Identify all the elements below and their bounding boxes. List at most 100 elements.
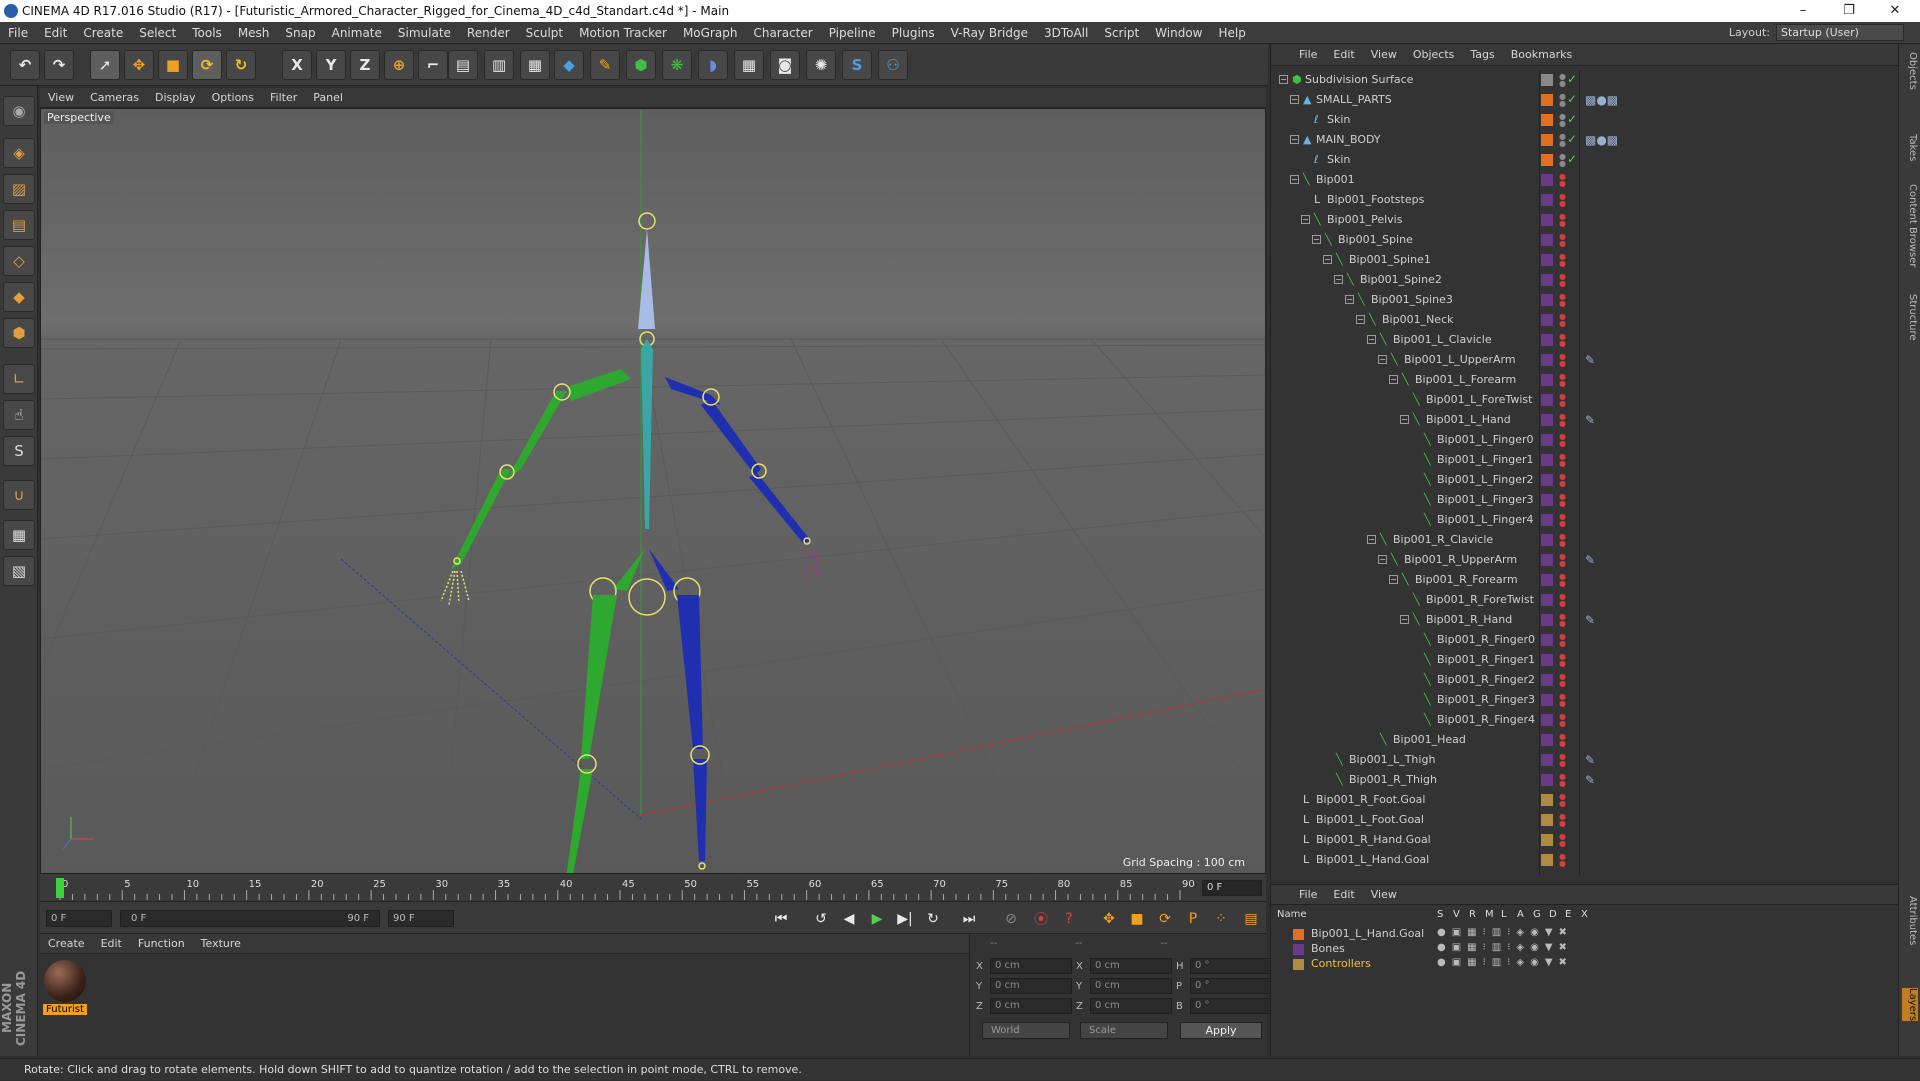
size-y-field[interactable]: 0 cm <box>1090 978 1172 994</box>
step-back-icon[interactable]: ◀ <box>838 908 860 930</box>
expand-toggle-icon[interactable]: − <box>1301 215 1310 224</box>
layout-dropdown[interactable]: Startup (User) <box>1776 24 1904 41</box>
menu-tools[interactable]: Tools <box>184 26 230 40</box>
apply-button[interactable]: Apply <box>1180 1022 1262 1039</box>
layer-color-swatch[interactable] <box>1541 714 1553 726</box>
expand-toggle-icon[interactable]: − <box>1279 75 1288 84</box>
menu-mesh[interactable]: Mesh <box>230 26 278 40</box>
visibility-dots-icon[interactable]: ● ● <box>1559 553 1566 568</box>
layer-color-swatch[interactable] <box>1541 374 1553 386</box>
enable-check-icon[interactable]: ✓ <box>1567 112 1577 126</box>
layer-color-swatch[interactable] <box>1541 634 1553 646</box>
layer-color-swatch[interactable] <box>1541 594 1553 606</box>
material-tag-icon[interactable]: ▩●▩ <box>1585 93 1618 107</box>
visibility-dots-icon[interactable]: ● ● <box>1559 473 1566 488</box>
menu-mograph[interactable]: MoGraph <box>675 26 746 40</box>
object-tree-row[interactable]: ╲ Bip001_Head ● ● <box>1271 730 1899 750</box>
tab-attributes[interactable]: Attributes <box>1902 896 1918 945</box>
layer-color-swatch[interactable] <box>1541 254 1553 266</box>
size-x-field[interactable]: 0 cm <box>1090 958 1172 974</box>
python-icon[interactable]: ⚇ <box>878 50 908 80</box>
visibility-dots-icon[interactable]: ● ● <box>1559 153 1566 168</box>
layer-color-swatch[interactable] <box>1541 534 1553 546</box>
floor-icon[interactable]: ▦ <box>734 50 764 80</box>
object-tree-row[interactable]: ╲ Bip001_R_Finger1 ● ● <box>1271 650 1899 670</box>
object-tree-row[interactable]: ╲ Bip001_L_Finger3 ● ● <box>1271 490 1899 510</box>
redo-icon[interactable]: ↷ <box>44 50 74 80</box>
expand-toggle-icon[interactable]: − <box>1367 335 1376 344</box>
key-parameter-icon[interactable]: P <box>1182 908 1204 930</box>
rot-b-field[interactable]: 0 ° <box>1190 998 1272 1014</box>
object-tree-row[interactable]: − ╲ Bip001_Spine2 ● ● <box>1271 270 1899 290</box>
layer-color-swatch[interactable] <box>1541 834 1553 846</box>
layer-color-swatch[interactable] <box>1541 494 1553 506</box>
planar-workplane-icon[interactable]: ▧ <box>3 556 35 586</box>
menu-render[interactable]: Render <box>459 26 518 40</box>
expand-toggle-icon[interactable]: − <box>1345 295 1354 304</box>
tab-structure[interactable]: Structure <box>1902 294 1918 341</box>
layer-row[interactable]: Controllers ●▣▦⁝▥⁝◈◉▼✖ <box>1277 957 1877 972</box>
object-tree-row[interactable]: − ╲ Bip001_Neck ● ● <box>1271 310 1899 330</box>
render-picture-viewer-icon[interactable]: ▥ <box>484 50 514 80</box>
enable-check-icon[interactable]: ✓ <box>1567 72 1577 86</box>
visibility-dots-icon[interactable]: ● ● <box>1559 93 1566 108</box>
ik-tag-icon[interactable]: ✎ <box>1585 413 1595 427</box>
object-tree-row[interactable]: − ╲ Bip001_R_Forearm ● ● <box>1271 570 1899 590</box>
layer-color-swatch[interactable] <box>1541 754 1553 766</box>
layer-color-swatch[interactable] <box>1541 454 1553 466</box>
visibility-dots-icon[interactable]: ● ● <box>1559 193 1566 208</box>
viewport-menu-panel[interactable]: Panel <box>305 91 351 104</box>
move-tool-icon[interactable]: ✥ <box>124 50 154 80</box>
menu-snap[interactable]: Snap <box>277 26 323 40</box>
menu-select[interactable]: Select <box>131 26 184 40</box>
om-menu-file[interactable]: File <box>1291 48 1325 61</box>
object-tree-row[interactable]: L Bip001_R_Hand.Goal ● ● <box>1271 830 1899 850</box>
layer-color-swatch[interactable] <box>1541 814 1553 826</box>
material-menu-texture[interactable]: Texture <box>193 937 249 950</box>
object-tree-row[interactable]: ╲ Bip001_R_ForeTwist ● ● <box>1271 590 1899 610</box>
lm-menu-file[interactable]: File <box>1291 888 1325 901</box>
expand-toggle-icon[interactable]: − <box>1400 615 1409 624</box>
om-menu-objects[interactable]: Objects <box>1405 48 1463 61</box>
3d-viewport[interactable]: Perspective Grid Spacing : 100 cm <box>40 108 1266 874</box>
menu-animate[interactable]: Animate <box>324 26 390 40</box>
menu-edit[interactable]: Edit <box>36 26 75 40</box>
tab-objects[interactable]: Objects <box>1902 52 1918 90</box>
layer-color-swatch[interactable] <box>1541 274 1553 286</box>
render-settings-icon[interactable]: ▦ <box>520 50 550 80</box>
layer-color-swatch[interactable] <box>1541 414 1553 426</box>
layer-color-swatch[interactable] <box>1541 94 1553 106</box>
object-tree-row[interactable]: ╲ Bip001_R_Finger2 ● ● <box>1271 670 1899 690</box>
menu-create[interactable]: Create <box>75 26 131 40</box>
viewport-menu-filter[interactable]: Filter <box>262 91 305 104</box>
visibility-dots-icon[interactable]: ● ● <box>1559 273 1566 288</box>
layer-color-swatch[interactable] <box>1293 944 1304 955</box>
object-tree-row[interactable]: ╲ Bip001_L_Thigh ● ● ✎ <box>1271 750 1899 770</box>
enable-check-icon[interactable]: ✓ <box>1567 132 1577 146</box>
end-frame-field[interactable]: 90 F <box>388 910 454 927</box>
key-position-icon[interactable]: ✥ <box>1098 908 1120 930</box>
expand-toggle-icon[interactable]: − <box>1367 535 1376 544</box>
layer-color-swatch[interactable] <box>1541 174 1553 186</box>
object-tree-row[interactable]: ╲ Bip001_R_Thigh ● ● ✎ <box>1271 770 1899 790</box>
visibility-dots-icon[interactable]: ● ● <box>1559 453 1566 468</box>
keyframe-selection-icon[interactable]: ? <box>1058 908 1080 930</box>
polygons-mode-icon[interactable]: ⬢ <box>3 318 35 348</box>
layer-color-swatch[interactable] <box>1541 854 1553 866</box>
close-window-button[interactable]: ✕ <box>1872 0 1918 22</box>
object-tree-row[interactable]: − ╲ Bip001_R_UpperArm ● ● ✎ <box>1271 550 1899 570</box>
spline-pen-icon[interactable]: ✎ <box>590 50 620 80</box>
object-tree-row[interactable]: − ╲ Bip001_R_Clavicle ● ● <box>1271 530 1899 550</box>
select-tool-icon[interactable]: ➚ <box>90 50 120 80</box>
layer-color-swatch[interactable] <box>1541 654 1553 666</box>
visibility-dots-icon[interactable]: ● ● <box>1559 413 1566 428</box>
layer-color-swatch[interactable] <box>1541 114 1553 126</box>
cube-primitive-icon[interactable]: ◆ <box>554 50 584 80</box>
expand-toggle-icon[interactable]: − <box>1290 135 1299 144</box>
layer-color-swatch[interactable] <box>1541 194 1553 206</box>
tab-content-browser[interactable]: Content Browser <box>1902 184 1918 267</box>
lm-menu-edit[interactable]: Edit <box>1325 888 1362 901</box>
visibility-dots-icon[interactable]: ● ● <box>1559 693 1566 708</box>
undo-icon[interactable]: ↶ <box>10 50 40 80</box>
script-icon[interactable]: S <box>842 50 872 80</box>
